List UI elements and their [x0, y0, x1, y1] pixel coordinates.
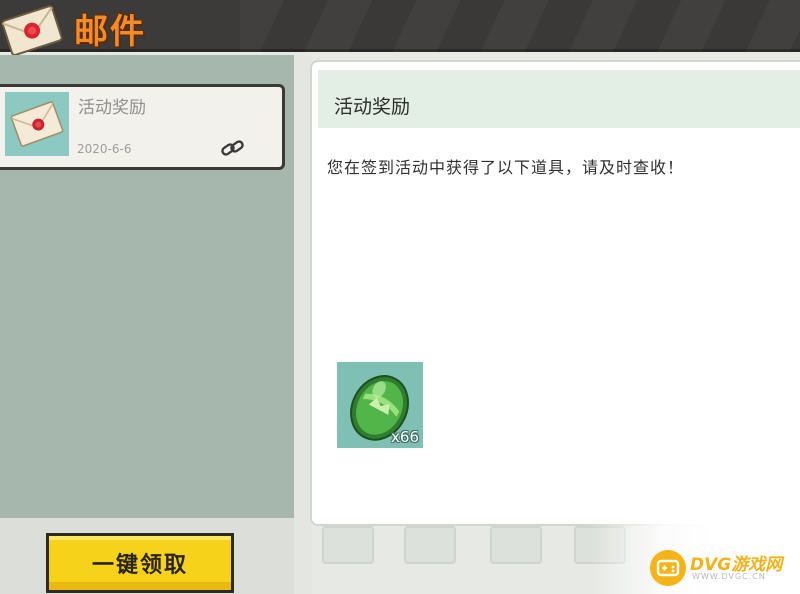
item-slot	[404, 526, 456, 564]
mail-item-date: 2020-6-6	[77, 142, 132, 156]
detail-title: 活动奖励	[334, 96, 411, 118]
watermark: DVG游戏网 WWW.DVGC.CN	[650, 548, 800, 588]
watermark-url: WWW.DVGC.CN	[692, 572, 766, 581]
paperclip-icon	[221, 140, 244, 156]
header-bar: 邮件	[0, 0, 800, 56]
mail-item-title: 活动奖励	[78, 98, 146, 118]
reward-item[interactable]: x66	[337, 362, 423, 448]
mail-list-item[interactable]: 活动奖励 2020-6-6	[0, 84, 285, 170]
page-title: 邮件	[74, 12, 146, 52]
panel-divider	[294, 55, 312, 594]
item-slot	[490, 526, 542, 564]
header-decoration	[240, 0, 800, 52]
envelope-icon	[1, 5, 63, 56]
detail-message: 您在签到活动中获得了以下道具，请及时查收！	[327, 158, 685, 177]
reward-count: x66	[391, 428, 419, 446]
mail-window: 邮件 活动奖励 2020-6-6 一键领取 活动奖励 您在签到活动中获得了以下道…	[0, 0, 800, 594]
item-slot	[322, 526, 374, 564]
claim-all-button[interactable]: 一键领取	[46, 533, 234, 593]
gamepad-logo-icon	[650, 550, 686, 586]
envelope-icon	[5, 92, 69, 156]
